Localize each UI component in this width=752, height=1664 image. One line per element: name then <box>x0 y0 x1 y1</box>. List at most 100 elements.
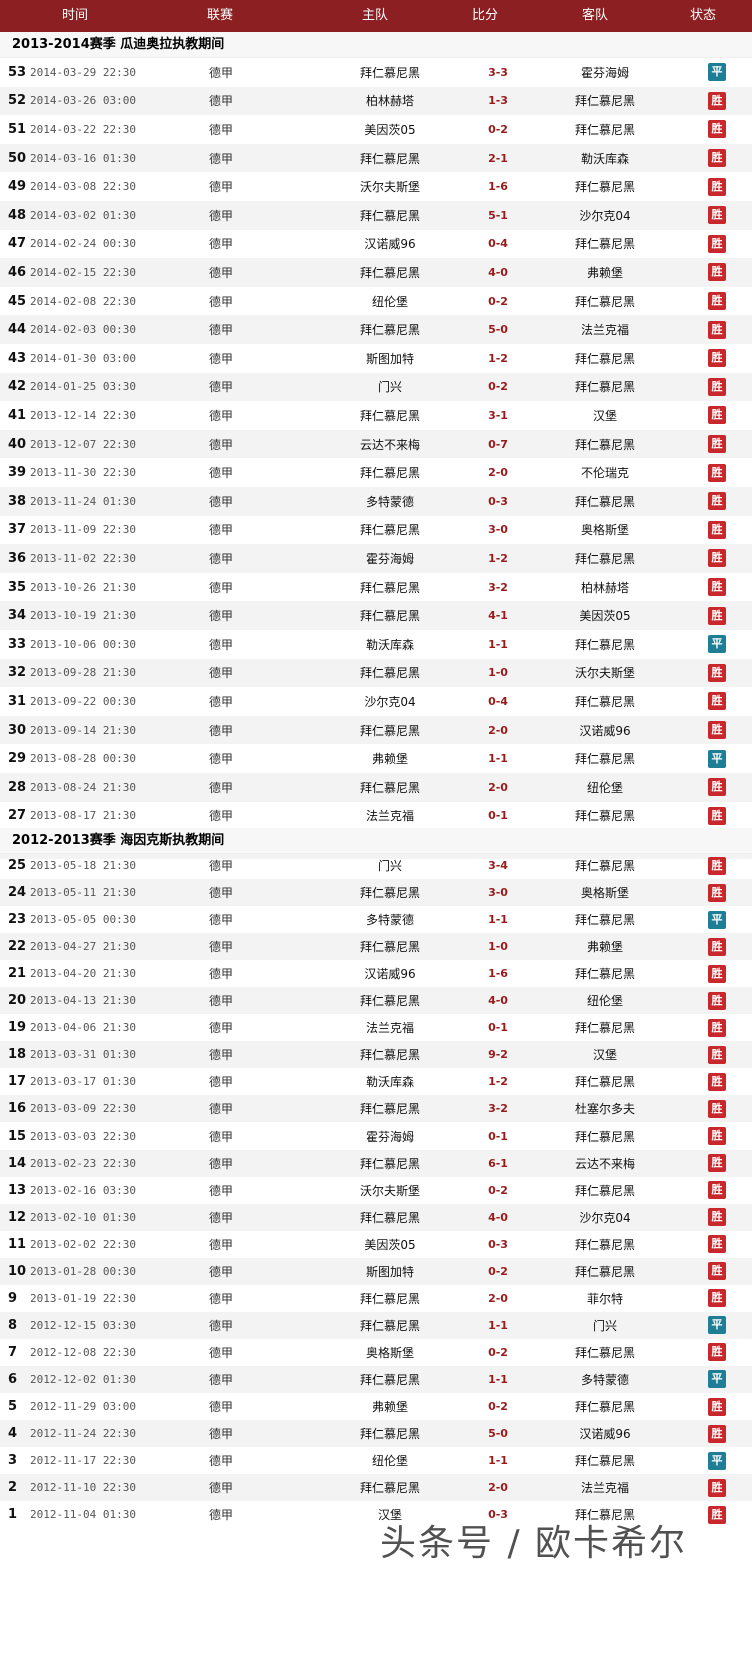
table-row: 2 2012-11-10 22:30 德甲 拜仁慕尼黑 2-0 法兰克福 胜 <box>0 1474 752 1502</box>
match-score: 1-6 <box>488 180 508 194</box>
away-team: 拜仁慕尼黑 <box>574 1075 635 1090</box>
match-date: 2013-03-03 22:30 <box>30 1129 136 1143</box>
section-title: 2013-2014赛季 瓜迪奥拉执教期间 <box>0 32 752 58</box>
league-name: 德甲 <box>208 666 233 681</box>
status-cell: 胜 <box>705 1041 729 1068</box>
home-team: 斯图加特 <box>365 1264 414 1279</box>
match-score: 1-1 <box>488 913 508 927</box>
match-score: 2-0 <box>488 780 508 794</box>
match-number: 51 <box>8 121 27 137</box>
match-date: 2012-11-10 22:30 <box>30 1481 136 1495</box>
table-row: 12 2013-02-10 01:30 德甲 拜仁慕尼黑 4-0 沙尔克04 胜 <box>0 1203 752 1231</box>
match-date: 2013-08-24 21:30 <box>30 780 136 794</box>
watermark: 头条号 / 欧卡希尔 <box>380 1523 688 1564</box>
status-badge-win: 胜 <box>708 1289 726 1308</box>
status-badge-win: 胜 <box>708 1018 726 1037</box>
home-team: 霍芬海姆 <box>365 1129 414 1144</box>
match-score: 1-1 <box>488 637 508 651</box>
league-name: 德甲 <box>208 351 233 366</box>
status-cell: 胜 <box>705 344 729 373</box>
away-team: 拜仁慕尼黑 <box>574 494 635 509</box>
table-row: 23 2013-05-05 00:30 德甲 多特蒙德 1-1 拜仁慕尼黑 平 <box>0 906 752 933</box>
match-number: 33 <box>8 636 27 652</box>
status-cell: 胜 <box>705 287 729 316</box>
status-cell: 胜 <box>705 1231 729 1258</box>
away-team: 奥格斯堡 <box>580 523 629 538</box>
table-row: 22 2013-04-27 21:30 德甲 拜仁慕尼黑 1-0 弗赖堡 胜 <box>0 933 752 961</box>
match-score: 3-2 <box>488 580 508 594</box>
away-team: 弗赖堡 <box>586 940 623 955</box>
status-cell: 胜 <box>705 1501 729 1528</box>
match-score: 0-2 <box>488 294 508 308</box>
table-row: 42 2014-01-25 03:30 德甲 门兴 0-2 拜仁慕尼黑 胜 <box>0 372 752 402</box>
match-score: 3-1 <box>488 408 508 422</box>
match-date: 2013-08-17 21:30 <box>30 809 136 823</box>
league-name: 德甲 <box>208 208 233 223</box>
match-number: 36 <box>8 550 27 566</box>
status-cell: 胜 <box>705 516 729 545</box>
match-date: 2014-02-08 22:30 <box>30 294 136 308</box>
match-score: 0-2 <box>488 1264 508 1278</box>
match-number: 17 <box>8 1074 27 1090</box>
status-cell: 胜 <box>705 1014 729 1041</box>
status-badge-win: 胜 <box>708 1397 726 1416</box>
home-team: 弗赖堡 <box>371 752 408 767</box>
status-cell: 胜 <box>705 115 729 144</box>
home-team: 勒沃库森 <box>365 637 414 652</box>
home-team: 拜仁慕尼黑 <box>359 65 420 80</box>
match-date: 2013-04-13 21:30 <box>30 994 136 1008</box>
match-date: 2013-02-23 22:30 <box>30 1156 136 1170</box>
away-team: 汉堡 <box>592 408 617 423</box>
table-row: 41 2013-12-14 22:30 德甲 拜仁慕尼黑 3-1 汉堡 胜 <box>0 401 752 430</box>
table-row: 47 2014-02-24 00:30 德甲 汉诺威96 0-4 拜仁慕尼黑 胜 <box>0 230 752 259</box>
status-badge-win: 胜 <box>708 206 726 225</box>
league-name: 德甲 <box>208 1318 233 1333</box>
home-team: 多特蒙德 <box>365 494 414 509</box>
status-cell: 胜 <box>705 144 729 173</box>
match-number: 10 <box>8 1263 27 1279</box>
table-row: 46 2014-02-15 22:30 德甲 拜仁慕尼黑 4-0 弗赖堡 胜 <box>0 258 752 287</box>
match-date: 2013-03-09 22:30 <box>30 1102 136 1116</box>
status-badge-win: 胜 <box>708 263 726 282</box>
away-team: 多特蒙德 <box>580 1372 629 1387</box>
away-team: 云达不来梅 <box>574 1156 635 1171</box>
away-team: 拜仁慕尼黑 <box>574 1183 635 1198</box>
status-badge-win: 胜 <box>708 1262 726 1281</box>
away-team: 菲尔特 <box>586 1291 623 1306</box>
league-name: 德甲 <box>208 1102 233 1117</box>
away-team: 拜仁慕尼黑 <box>574 694 635 709</box>
match-number: 40 <box>8 436 27 452</box>
status-cell: 平 <box>705 1447 729 1474</box>
table-row: 34 2013-10-19 21:30 德甲 拜仁慕尼黑 4-1 美因茨05 胜 <box>0 601 752 630</box>
table-row: 51 2014-03-22 22:30 德甲 美因茨05 0-2 拜仁慕尼黑 胜 <box>0 115 752 144</box>
status-cell: 胜 <box>705 230 729 259</box>
status-badge-draw: 平 <box>708 749 726 768</box>
league-name: 德甲 <box>208 580 233 595</box>
away-team: 汉诺威96 <box>579 1427 631 1442</box>
match-date: 2013-11-09 22:30 <box>30 523 136 537</box>
match-date: 2013-04-27 21:30 <box>30 940 136 954</box>
table-row: 7 2012-12-08 22:30 德甲 奥格斯堡 0-2 拜仁慕尼黑 胜 <box>0 1339 752 1366</box>
status-badge-draw: 平 <box>708 1316 726 1335</box>
status-badge-win: 胜 <box>708 1072 726 1091</box>
away-team: 拜仁慕尼黑 <box>574 437 635 452</box>
league-name: 德甲 <box>208 523 233 538</box>
away-team: 拜仁慕尼黑 <box>574 1400 635 1415</box>
match-score: 0-2 <box>488 122 508 136</box>
match-date: 2014-03-16 01:30 <box>30 151 136 165</box>
table-row: 19 2013-04-06 21:30 德甲 法兰克福 0-1 拜仁慕尼黑 胜 <box>0 1014 752 1041</box>
match-number: 49 <box>8 179 27 195</box>
league-name: 德甲 <box>208 994 233 1009</box>
league-name: 德甲 <box>208 1183 233 1198</box>
league-name: 德甲 <box>208 1237 233 1252</box>
table-row: 11 2013-02-02 22:30 德甲 美因茨05 0-3 拜仁慕尼黑 胜 <box>0 1231 752 1258</box>
status-cell: 胜 <box>705 933 729 960</box>
match-number: 6 <box>8 1371 18 1387</box>
league-name: 德甲 <box>208 1372 233 1387</box>
match-date: 2014-03-26 03:00 <box>30 94 136 108</box>
match-score: 4-1 <box>488 609 508 623</box>
home-team: 拜仁慕尼黑 <box>359 323 420 338</box>
home-team: 弗赖堡 <box>371 1400 408 1415</box>
status-badge-win: 胜 <box>708 149 726 168</box>
league-name: 德甲 <box>208 265 233 280</box>
